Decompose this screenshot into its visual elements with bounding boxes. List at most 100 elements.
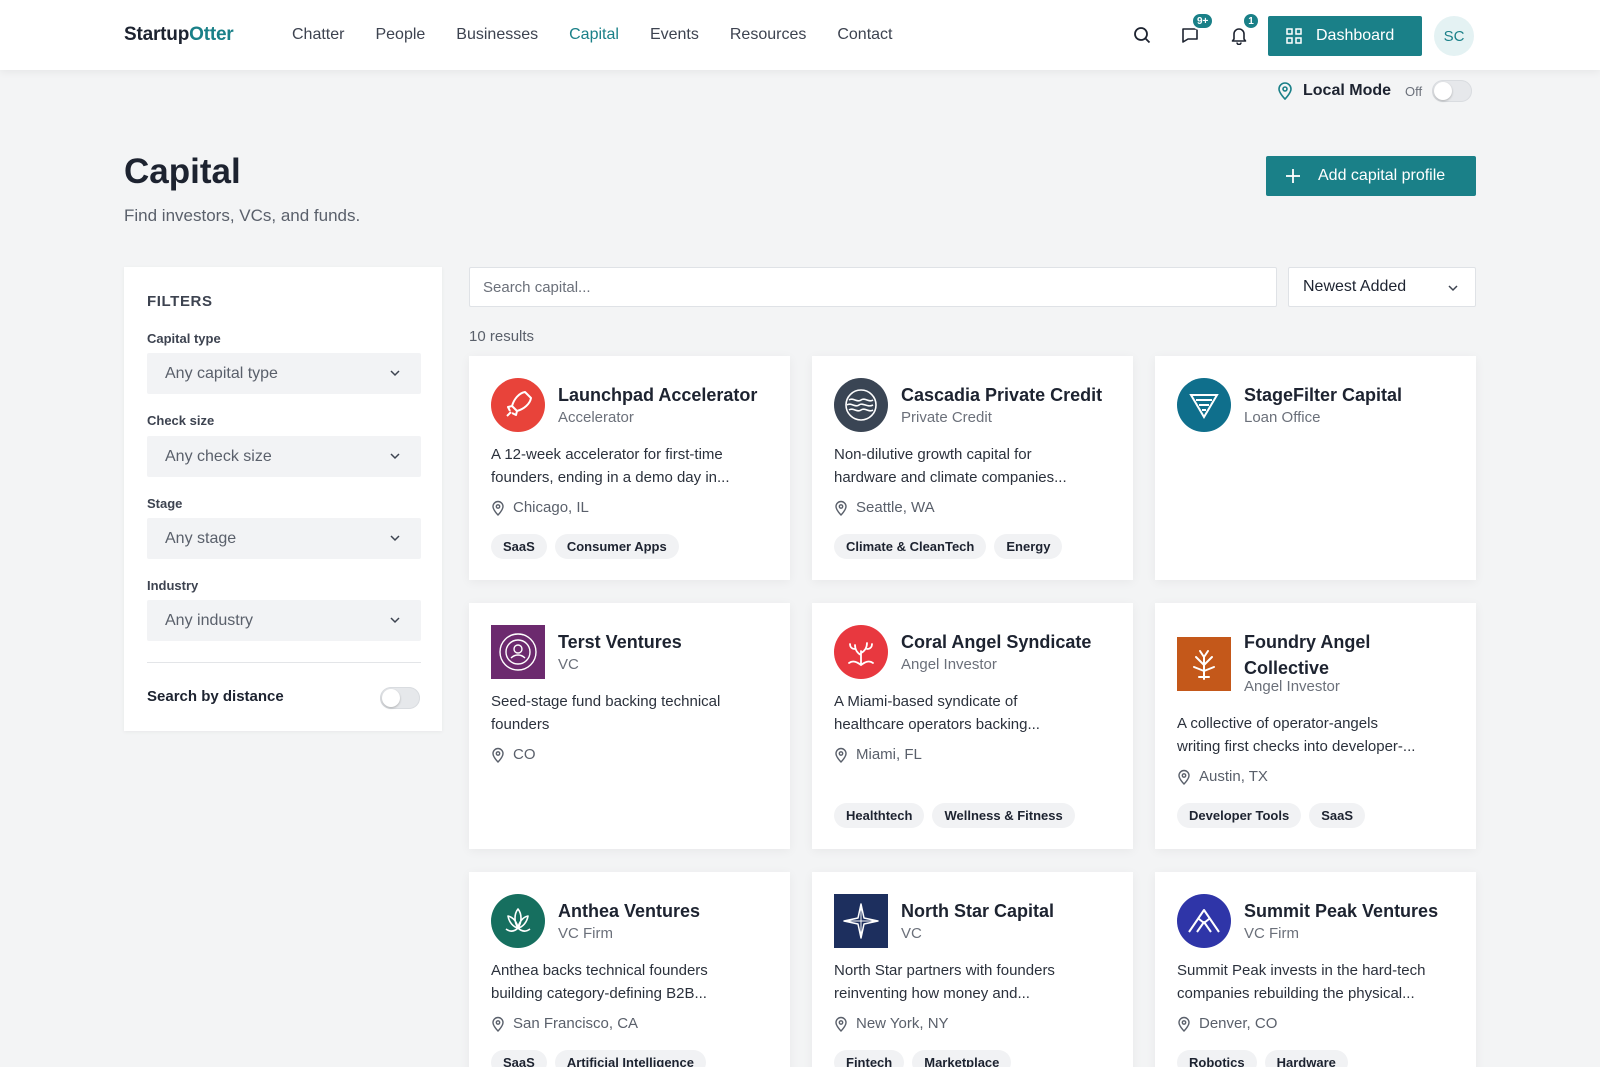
tag[interactable]: SaaS [491,534,547,559]
nav-businesses[interactable]: Businesses [456,26,538,44]
location-pin-icon [492,1016,504,1032]
messages-icon[interactable]: 9+ [1177,12,1215,48]
add-capital-profile-label: Add capital profile [1318,167,1446,184]
concentric-icon [491,625,545,679]
startupotter-logo[interactable]: StartupOtter [124,24,234,46]
local-mode-label: Local Mode [1303,82,1392,99]
card-name: Cascadia Private Credit [901,385,1103,405]
chevron-down-icon [1448,285,1458,292]
tag[interactable]: SaaS [1309,803,1365,828]
card-type: VC Firm [558,925,613,942]
location-pin-icon [492,500,504,516]
card-name: Coral Angel Syndicate [901,632,1092,652]
capital-type-label: Capital type [147,331,221,346]
card-location: Denver, CO [1177,1015,1277,1032]
tag[interactable]: Energy [994,534,1063,559]
tag[interactable]: Developer Tools [1177,803,1302,828]
stage-label: Stage [147,496,183,511]
stage-select[interactable]: Any stage [147,518,421,559]
card-tags: Climate & CleanTech Energy [834,534,1063,559]
search-by-distance-toggle[interactable] [380,687,420,709]
nav-events[interactable]: Events [650,26,699,44]
card-location: San Francisco, CA [491,1015,638,1032]
capital-card[interactable]: Summit Peak Ventures VC Firm Summit Peak… [1155,872,1476,1067]
card-location: Chicago, IL [491,499,589,516]
local-mode-control: Local Mode Off [1277,80,1473,102]
tag[interactable]: Fintech [834,1050,905,1067]
capital-card[interactable]: Launchpad Accelerator Accelerator A 12-w… [469,356,790,580]
card-location: Austin, TX [1177,768,1268,785]
leaf-icon [1177,637,1231,691]
mountain-icon [1177,894,1231,948]
check-size-select[interactable]: Any check size [147,436,421,477]
chevron-shield-icon [1177,378,1231,432]
chevron-down-icon [390,535,400,542]
tag[interactable]: Robotics [1177,1050,1257,1067]
capital-card[interactable]: North Star Capital VC North Star partner… [812,872,1133,1067]
tag[interactable]: Climate & CleanTech [834,534,987,559]
capital-card[interactable]: Coral Angel Syndicate Angel Investor A M… [812,603,1133,849]
nav-chatter[interactable]: Chatter [292,26,344,44]
card-name: Terst Ventures [558,632,682,652]
local-mode-toggle[interactable] [1432,80,1473,102]
card-name: North Star Capital [901,901,1055,921]
location-pin-icon [1178,769,1190,785]
nav-contact[interactable]: Contact [837,26,892,44]
card-name: Foundry Angel Collective [1244,632,1371,678]
tag[interactable]: Healthtech [834,803,925,828]
nav-capital[interactable]: Capital [569,26,619,44]
star-icon [834,894,888,948]
local-mode-state: Off [1405,83,1423,99]
user-avatar[interactable]: SC [1434,16,1474,56]
card-description: A Miami-based syndicate of healthcare ope… [834,693,1040,733]
card-location: Miami, FL [834,746,922,763]
search-capital-input[interactable] [469,267,1277,307]
card-description: North Star partners with founders reinven… [834,962,1055,1002]
filters-divider [147,662,421,663]
capital-card[interactable]: Foundry Angel Collective Angel Investor A… [1155,603,1476,849]
location-pin-icon [835,747,847,763]
nav-resources[interactable]: Resources [730,26,806,44]
plus-icon [1286,169,1300,183]
industry-select[interactable]: Any industry [147,600,421,641]
capital-card[interactable]: Terst Ventures VC Seed-stage fund backin… [469,603,790,849]
nav-people[interactable]: People [375,26,425,44]
capital-card[interactable]: StageFilter Capital Loan Office [1155,356,1476,580]
card-description: A collective of operator-angels writing f… [1177,715,1416,755]
capital-card[interactable]: Cascadia Private Credit Private Credit N… [812,356,1133,580]
card-type: Angel Investor [901,656,997,673]
card-location: New York, NY [834,1015,949,1032]
location-pin-icon [835,500,847,516]
tag[interactable]: Wellness & Fitness [932,803,1075,828]
card-name: Summit Peak Ventures [1244,901,1439,921]
tag[interactable]: Hardware [1264,1050,1348,1067]
capital-type-select[interactable]: Any capital type [147,353,421,394]
waves-icon [834,378,888,432]
sort-select[interactable]: Newest Added [1288,267,1476,307]
card-type: Angel Investor [1244,678,1340,695]
page-subtitle: Find investors, VCs, and funds. [124,206,361,225]
card-name: Launchpad Accelerator [558,385,758,405]
card-name: StageFilter Capital [1244,385,1403,405]
tag[interactable]: Artificial Intelligence [554,1050,706,1067]
card-description: Seed-stage fund backing technical founder… [491,693,721,733]
card-tags: Developer Tools SaaS [1177,803,1365,828]
location-pin-icon [1278,82,1292,100]
card-tags: Robotics Hardware [1177,1050,1348,1067]
card-tags: SaaS Consumer Apps [491,534,679,559]
tag[interactable]: Consumer Apps [554,534,679,559]
notifications-bell-icon[interactable]: 1 [1226,12,1260,48]
tag[interactable]: Marketplace [912,1050,1012,1067]
rocket-icon [491,378,545,432]
tag[interactable]: SaaS [491,1050,547,1067]
card-location: Seattle, WA [834,499,935,516]
industry-label: Industry [147,578,199,593]
card-tags: SaaS Artificial Intelligence [491,1050,706,1067]
results-count: 10 results [469,328,535,345]
add-capital-profile-button[interactable]: Add capital profile [1266,156,1476,196]
capital-card[interactable]: Anthea Ventures VC Firm Anthea backs tec… [469,872,790,1067]
dashboard-button[interactable]: Dashboard [1268,16,1422,56]
messages-badge: 9+ [1191,12,1215,30]
card-location: CO [491,746,536,763]
search-icon[interactable] [1129,22,1155,48]
